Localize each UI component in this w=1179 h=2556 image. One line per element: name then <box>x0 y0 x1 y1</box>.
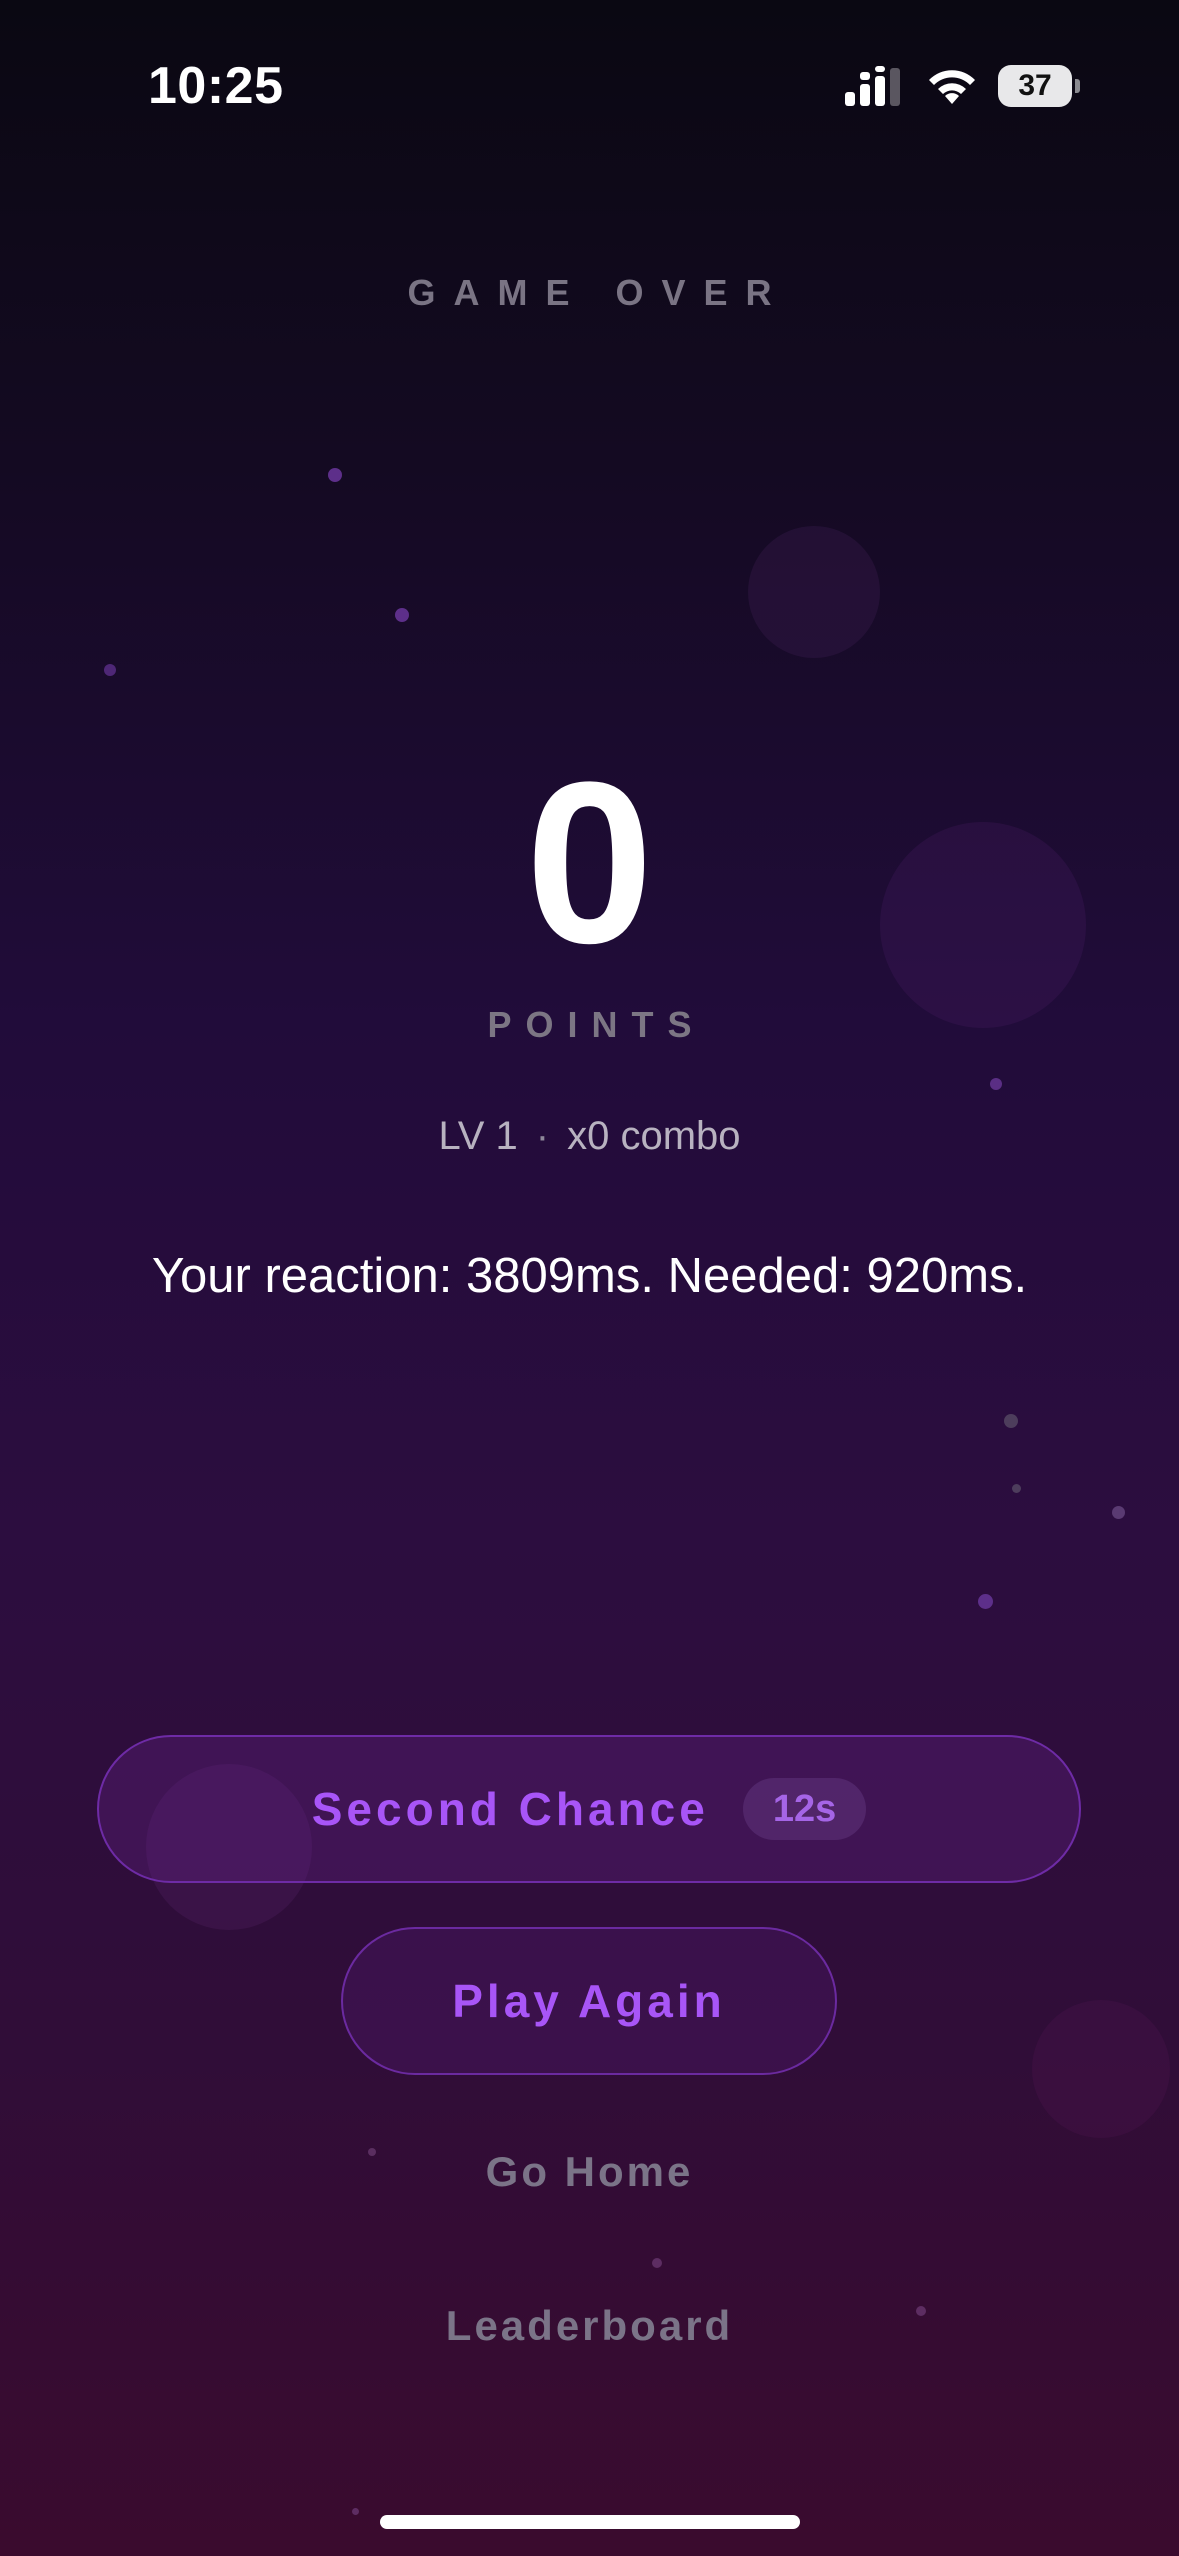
decor-particle <box>652 2258 662 2268</box>
second-chance-label: Second Chance <box>311 1783 709 1835</box>
decor-particle <box>328 468 342 482</box>
decor-particle <box>1012 1484 1021 1493</box>
go-home-link[interactable]: Go Home <box>0 2148 1179 2196</box>
second-chance-button[interactable]: Second Chance 12s <box>97 1735 1081 1883</box>
play-again-button[interactable]: Play Again <box>341 1927 837 2075</box>
status-bar: 10:25 37 <box>0 0 1179 170</box>
battery-icon: 37 <box>998 65 1080 107</box>
decor-particle <box>104 664 116 676</box>
wifi-icon <box>929 70 975 104</box>
decor-particle <box>395 608 409 622</box>
level-combo-line: LV 1 · x0 combo <box>0 1114 1179 1159</box>
battery-level: 37 <box>998 65 1072 107</box>
score-value: 0 <box>525 734 654 991</box>
decor-particle <box>978 1594 993 1609</box>
signal-icon <box>845 66 900 106</box>
decor-orb <box>1032 2000 1170 2138</box>
score-unit-label: POINTS <box>487 1004 706 1045</box>
reaction-message: Your reaction: 3809ms. Needed: 920ms. <box>151 1249 1028 1303</box>
decor-orb <box>748 526 880 658</box>
decor-particle <box>990 1078 1002 1090</box>
status-time: 10:25 <box>148 57 284 115</box>
separator-dot: · <box>535 1114 550 1158</box>
countdown-badge: 12s <box>742 1778 867 1840</box>
game-over-heading: GAME OVER <box>407 272 790 313</box>
level-label: LV 1 <box>438 1114 518 1158</box>
combo-label: x0 combo <box>567 1114 741 1158</box>
decor-particle <box>1112 1506 1125 1519</box>
decor-particle <box>352 2508 359 2515</box>
home-indicator[interactable] <box>380 2515 800 2529</box>
battery-cap <box>1075 79 1080 93</box>
leaderboard-link[interactable]: Leaderboard <box>0 2302 1179 2350</box>
decor-particle <box>1004 1414 1018 1428</box>
